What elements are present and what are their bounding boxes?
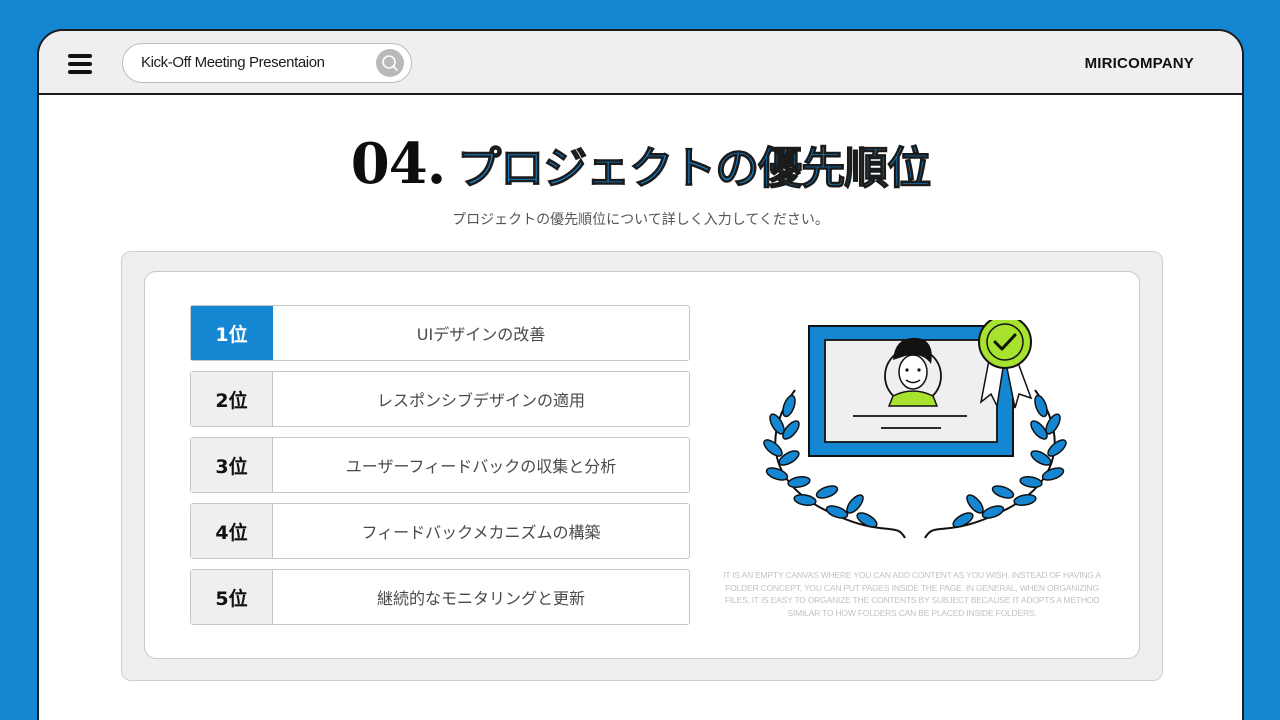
section-title: プロジェクトの優先順位 — [457, 142, 932, 194]
brand-name: MIRICOMPANY — [1084, 55, 1194, 72]
rank-badge: 3位 — [191, 438, 273, 492]
priority-item-5[interactable]: 5位 継続的なモニタリングと更新 — [190, 569, 690, 625]
search-input[interactable]: Kick-Off Meeting Presentaion — [122, 43, 412, 83]
top-bar: Kick-Off Meeting Presentaion MIRICOMPANY — [39, 31, 1242, 95]
priority-item-1[interactable]: 1位 UIデザインの改善 — [190, 305, 690, 361]
priority-label: 継続的なモニタリングと更新 — [376, 589, 585, 608]
rank-badge: 1位 — [191, 306, 273, 360]
rank-badge: 4位 — [191, 504, 273, 558]
hamburger-menu-icon[interactable] — [68, 54, 92, 74]
certificate-illustration — [763, 320, 1067, 539]
content-panel: 1位 UIデザインの改善 2位 レスポンシブデザインの適用 3位 ユーザーフィー… — [121, 251, 1163, 681]
priority-item-4[interactable]: 4位 フィードバックメカニズムの構築 — [190, 503, 690, 559]
priority-label: フィードバックメカニズムの構築 — [361, 523, 601, 542]
app-window: Kick-Off Meeting Presentaion MIRICOMPANY… — [37, 29, 1244, 720]
rank-badge: 2位 — [191, 372, 273, 426]
search-button[interactable] — [376, 49, 404, 77]
page-title: 04. プロジェクトの優先順位 — [39, 131, 1242, 197]
priority-item-3[interactable]: 3位 ユーザーフィードバックの収集と分析 — [190, 437, 690, 493]
priority-label: ユーザーフィードバックの収集と分析 — [345, 457, 617, 476]
section-number: 04. — [350, 131, 446, 197]
caption-text: It is an empty canvas where you can add … — [723, 570, 1101, 618]
priority-label: レスポンシブデザインの適用 — [376, 391, 585, 410]
search-value: Kick-Off Meeting Presentaion — [141, 54, 325, 71]
page-subtitle: プロジェクトの優先順位について詳しく入力してください。 — [452, 212, 829, 228]
rank-badge: 5位 — [191, 570, 273, 624]
priority-label: UIデザインの改善 — [416, 325, 546, 344]
priority-list: 1位 UIデザインの改善 2位 レスポンシブデザインの適用 3位 ユーザーフィー… — [190, 305, 690, 635]
search-icon — [382, 55, 398, 71]
priority-item-2[interactable]: 2位 レスポンシブデザインの適用 — [190, 371, 690, 427]
content-card: 1位 UIデザインの改善 2位 レスポンシブデザインの適用 3位 ユーザーフィー… — [144, 271, 1140, 659]
